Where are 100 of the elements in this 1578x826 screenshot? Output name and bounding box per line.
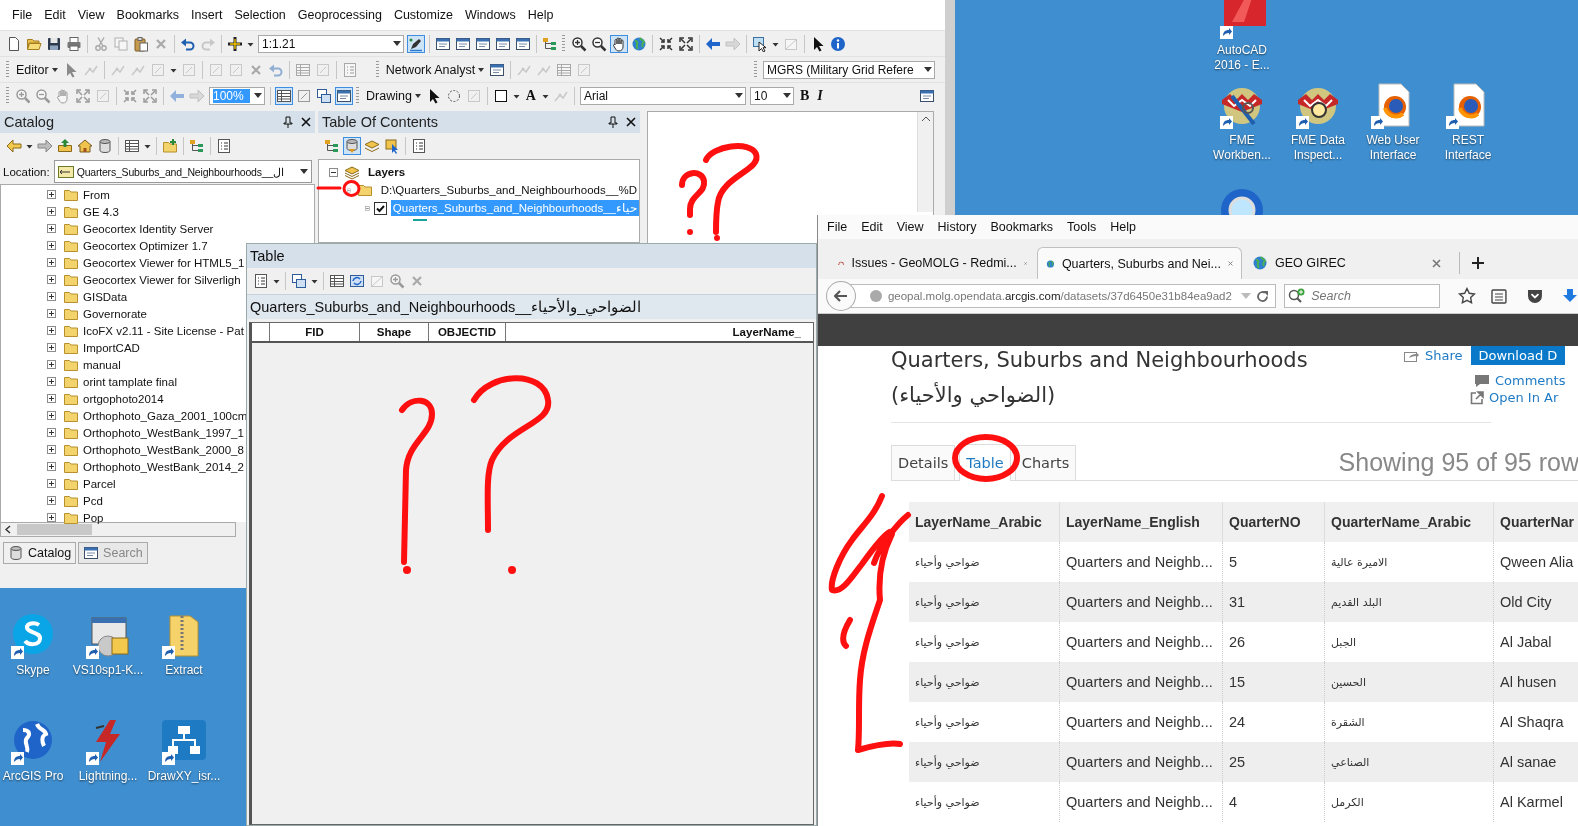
font-dropdown[interactable]: Arial (580, 86, 746, 105)
window-icon[interactable] (336, 87, 352, 104)
share-link[interactable]: Share (1404, 348, 1463, 363)
bold-button[interactable]: B (796, 87, 814, 104)
expand-toggle[interactable] (365, 203, 370, 213)
column-header[interactable]: Shape (360, 323, 429, 341)
folder-name[interactable]: Geocortex Viewer for HTML5_1 (83, 256, 245, 269)
location-field[interactable]: Quarters_Suburbs_and_Neighbourhoods__ال (53, 160, 312, 183)
text-tool-button[interactable]: A (521, 87, 540, 104)
expand-toggle[interactable] (47, 513, 56, 522)
rectangle-icon[interactable] (492, 87, 509, 104)
column-header[interactable]: LayerName_English (1059, 502, 1223, 542)
folder-name[interactable]: From (83, 188, 110, 201)
editor-menu[interactable]: Editor (13, 62, 61, 77)
back-arrow-icon[interactable] (833, 290, 848, 302)
add-data-icon[interactable] (227, 35, 243, 52)
editor-pen-icon[interactable] (408, 35, 424, 52)
expand-toggle[interactable] (47, 462, 56, 471)
paste-icon[interactable] (133, 35, 149, 52)
menu-item[interactable]: View (71, 8, 111, 22)
menu-item[interactable]: Help (521, 8, 560, 22)
window-icon[interactable] (475, 35, 491, 52)
select-by-attributes-icon[interactable] (329, 273, 345, 289)
expand-toggle[interactable] (47, 309, 56, 318)
pin-icon[interactable] (283, 116, 293, 128)
column-header[interactable]: QuarterNO (1222, 502, 1325, 542)
drawing-menu[interactable]: Drawing (363, 88, 424, 103)
download-button[interactable]: Download D (1470, 346, 1566, 365)
panel-tab[interactable]: Catalog (3, 542, 77, 564)
zoom-out-icon[interactable] (591, 35, 607, 52)
column-header[interactable]: LayerName_Arabic (909, 502, 1060, 542)
home-icon[interactable] (77, 138, 93, 154)
reading-list-icon[interactable] (1490, 288, 1509, 304)
download-icon[interactable] (1562, 288, 1578, 304)
expand-toggle[interactable] (47, 241, 56, 250)
checkbox[interactable] (373, 201, 387, 215)
info-icon[interactable] (830, 35, 846, 52)
folder-name[interactable]: Orthophoto_WestBank_2014_2 (83, 460, 244, 473)
scale-dropdown[interactable]: 1:1.21 (258, 34, 404, 53)
pin-icon[interactable] (608, 116, 618, 128)
new-tab-icon[interactable] (1472, 257, 1484, 269)
folder-name[interactable]: orint tamplate final (83, 375, 177, 388)
star-icon[interactable] (1458, 287, 1477, 305)
network-analyst-menu[interactable]: Network Analyst (382, 62, 488, 77)
folder-name[interactable]: Orthophoto_WestBank_2000_8 (83, 443, 244, 456)
list-icon[interactable] (216, 138, 232, 154)
switch-selection-icon[interactable] (349, 273, 365, 289)
list-by-source-icon[interactable] (344, 138, 360, 154)
close-icon[interactable] (301, 117, 311, 127)
search-field[interactable]: Search (1284, 284, 1441, 308)
expand-toggle[interactable] (47, 207, 56, 216)
menu-item[interactable]: File (6, 8, 39, 22)
expand-toggle[interactable] (47, 343, 56, 352)
column-header[interactable]: QuarterNar (1493, 502, 1578, 542)
folder-name[interactable]: Governorate (83, 307, 147, 320)
window-icon[interactable] (919, 87, 935, 104)
new-document-icon[interactable] (6, 35, 22, 52)
window-icon[interactable] (495, 35, 511, 52)
database-icon[interactable] (97, 138, 113, 154)
column-header[interactable]: LayerName_ (506, 323, 813, 341)
folder-name[interactable]: GE 4.3 (83, 205, 119, 218)
window-icon[interactable] (435, 35, 451, 52)
menu-item[interactable]: File (827, 220, 848, 234)
pocket-icon[interactable] (1526, 288, 1545, 304)
folder-name[interactable]: ortgophoto2014 (83, 392, 164, 405)
folder-name[interactable]: Orthophoto_Gaza_2001_100cm (83, 409, 248, 422)
browser-tab[interactable]: Quarters, Suburbs and Nei... (1037, 247, 1242, 279)
menu-item[interactable]: Bookmarks (110, 8, 186, 22)
layout-icon[interactable] (316, 87, 332, 104)
expand-toggle[interactable] (47, 496, 56, 505)
back-button[interactable] (826, 281, 856, 311)
search-icon[interactable] (1288, 288, 1307, 304)
folder-name[interactable]: IcoFX v2.11 - Site License - Pat (83, 324, 244, 337)
tree-icon[interactable] (189, 138, 205, 154)
folder-name[interactable]: Geocortex Identity Server (83, 222, 214, 235)
arrows-outward-icon[interactable] (678, 35, 694, 52)
menu-item[interactable]: Selection (228, 8, 292, 22)
folder-name[interactable]: Geocortex Optimizer 1.7 (83, 239, 208, 252)
menu-item[interactable]: Edit (861, 220, 883, 234)
zoom-in-icon[interactable] (571, 35, 587, 52)
related-tables-icon[interactable] (291, 273, 307, 289)
hand-icon[interactable] (611, 35, 627, 52)
open-in-link[interactable]: Open In Ar (1470, 390, 1559, 405)
window-icon[interactable] (455, 35, 471, 52)
window-icon[interactable] (515, 35, 531, 52)
menu-item[interactable]: Geoprocessing (291, 8, 388, 22)
folder-icon[interactable] (356, 182, 373, 198)
folder-name[interactable]: Pop (83, 511, 104, 524)
table-options-icon[interactable] (253, 273, 269, 289)
font-size-dropdown[interactable]: 10 (750, 86, 794, 105)
list-by-selection-icon[interactable] (384, 138, 400, 154)
reload-icon[interactable] (1256, 289, 1270, 303)
up-folder-icon[interactable] (57, 138, 73, 154)
app-tile-icon[interactable] (1218, 0, 1266, 40)
expand-toggle[interactable] (47, 190, 56, 199)
menu-item[interactable]: History (937, 220, 977, 234)
layer-name[interactable]: Layers (366, 165, 408, 179)
layer-name[interactable]: D:\Quarters_Suburbs_and_Neighbourhoods__%D (378, 183, 639, 197)
zoom-to-selected-icon[interactable] (389, 273, 405, 289)
list-by-order-icon[interactable] (324, 138, 340, 154)
